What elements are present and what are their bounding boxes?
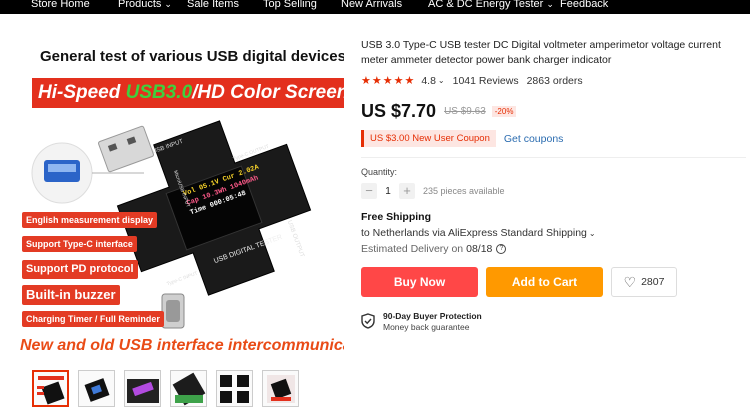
- feature-label: Charging Timer / Full Reminder: [22, 311, 164, 327]
- image-bottom-banner: New and old USB interface intercommunica…: [20, 337, 344, 354]
- increment-button[interactable]: +: [399, 183, 415, 199]
- reviews-link[interactable]: 1041 Reviews: [453, 75, 519, 87]
- thumbnail[interactable]: [32, 370, 69, 407]
- feature-label: English measurement display: [22, 212, 158, 228]
- buyer-protection: 90-Day Buyer Protection Money back guara…: [361, 311, 746, 332]
- wishlist-count: 2807: [641, 276, 665, 288]
- nav-products[interactable]: Products ⌄: [118, 0, 172, 11]
- help-icon[interactable]: ?: [496, 244, 507, 254]
- chevron-down-icon: ⌄: [164, 0, 172, 9]
- thumbnail[interactable]: [262, 370, 299, 407]
- price-row: US $7.70 US $9.63 -20%: [361, 101, 746, 122]
- chevron-down-icon[interactable]: ⌄: [438, 76, 445, 85]
- quantity-stepper: − 1 + 235 pieces available: [361, 183, 746, 199]
- thumbnail[interactable]: [216, 370, 253, 407]
- star-rating-icon: ★★★★★: [361, 75, 416, 87]
- discount-badge: -20%: [491, 106, 517, 117]
- nav-sale-items[interactable]: Sale Items: [187, 0, 239, 11]
- heart-icon: ♡: [623, 273, 637, 290]
- feature-label: Support PD protocol: [22, 260, 138, 279]
- wishlist-button[interactable]: ♡ 2807: [611, 267, 677, 297]
- shipping-title: Free Shipping: [361, 211, 432, 223]
- delivery-date: 08/18: [466, 243, 493, 255]
- stock-available: 235 pieces available: [423, 186, 505, 196]
- nav-energy-tester[interactable]: AC & DC Energy Tester ⌄: [428, 0, 554, 11]
- top-nav: Store Home Products ⌄ Sale Items Top Sell…: [0, 0, 750, 14]
- product-title: USB 3.0 Type-C USB tester DC Digital vol…: [361, 39, 721, 66]
- coupon-badge: US $3.00 New User Coupon: [361, 130, 496, 147]
- chevron-down-icon: ⌄: [546, 0, 554, 9]
- shield-icon: [361, 313, 375, 329]
- chevron-down-icon: ⌄: [588, 229, 596, 238]
- nav-new-arrivals[interactable]: New Arrivals: [341, 0, 402, 11]
- thumbnail[interactable]: [78, 370, 115, 407]
- orders-count: 2863 orders: [526, 74, 583, 87]
- shipping-method[interactable]: to Netherlands via AliExpress Standard S…: [361, 227, 746, 239]
- action-buttons: Buy Now Add to Cart ♡ 2807: [361, 267, 746, 297]
- divider: [361, 157, 746, 158]
- coupon-row: US $3.00 New User Coupon Get coupons: [361, 130, 746, 147]
- current-price: US $7.70: [361, 101, 437, 121]
- get-coupons-link[interactable]: Get coupons: [504, 133, 564, 145]
- protection-title: 90-Day Buyer Protection: [383, 311, 482, 321]
- rating-row: ★★★★★ 4.8 ⌄ 1041 Reviews 2863 orders: [361, 74, 746, 88]
- thumbnail[interactable]: [170, 370, 207, 407]
- product-main-image[interactable]: General test of various USB digital devi…: [14, 38, 344, 368]
- thumbnail[interactable]: [124, 370, 161, 407]
- add-to-cart-button[interactable]: Add to Cart: [486, 267, 603, 297]
- rating-value: 4.8: [421, 74, 436, 87]
- quantity-input[interactable]: 1: [377, 186, 399, 197]
- quantity-label: Quantity:: [361, 167, 398, 177]
- estimated-delivery: Estimated Delivery on 08/18 ?: [361, 243, 746, 255]
- buy-now-button[interactable]: Buy Now: [361, 267, 478, 297]
- feature-label: Built-in buzzer: [22, 285, 120, 305]
- thumbnail-strip: [32, 370, 299, 407]
- product-info: USB 3.0 Type-C USB tester DC Digital vol…: [361, 38, 746, 332]
- original-price: US $9.63: [444, 106, 486, 117]
- nav-feedback[interactable]: Feedback: [560, 0, 608, 11]
- nav-store-home[interactable]: Store Home: [31, 0, 90, 11]
- product-gallery: General test of various USB digital devi…: [14, 38, 344, 368]
- feature-label: Support Type-C interface: [22, 236, 137, 252]
- nav-top-selling[interactable]: Top Selling: [263, 0, 317, 11]
- protection-subtitle: Money back guarantee: [383, 322, 470, 332]
- decrement-button[interactable]: −: [361, 183, 377, 199]
